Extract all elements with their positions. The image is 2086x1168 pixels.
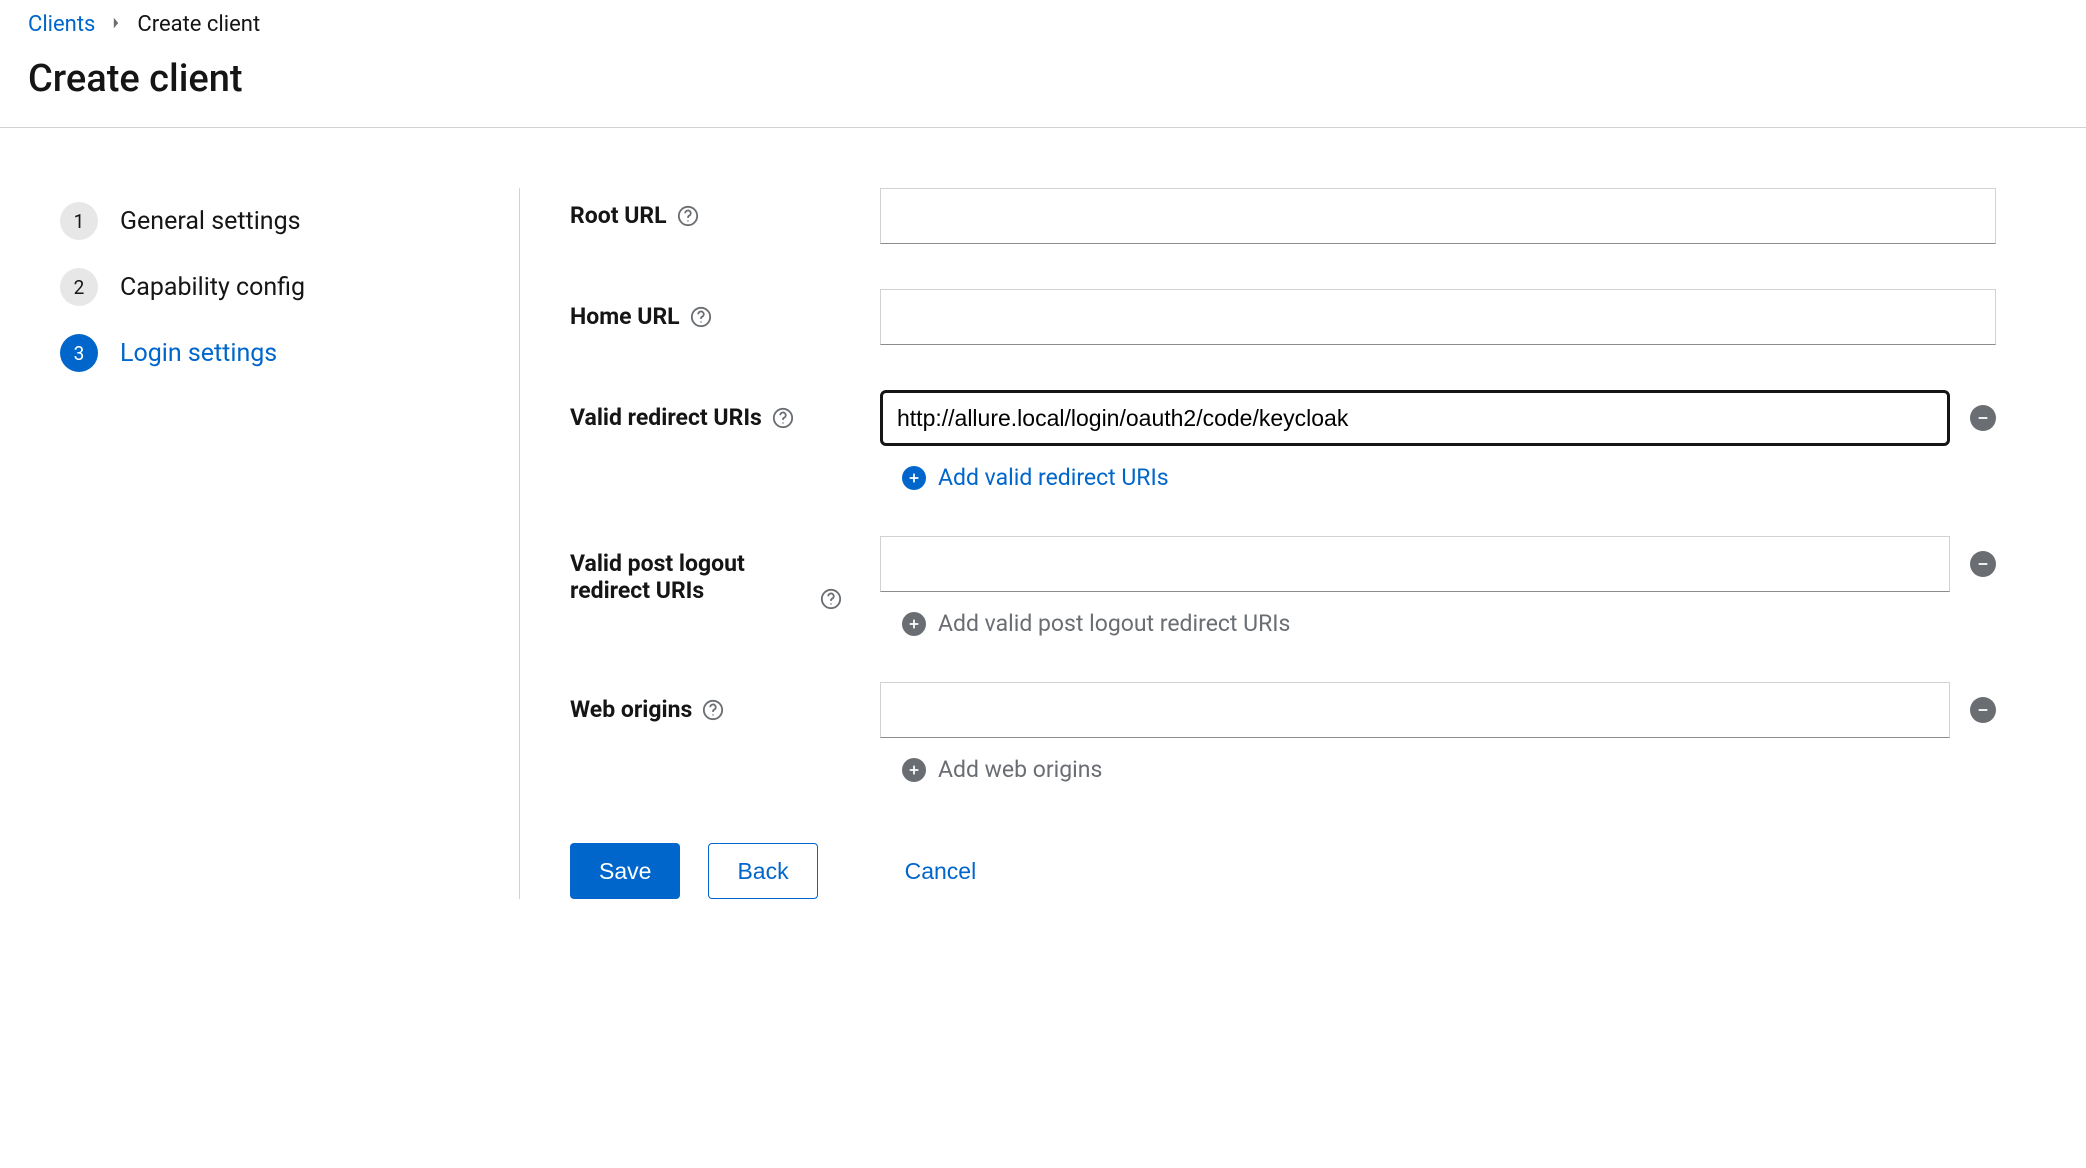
add-valid-post-logout-redirect-uri-label: Add valid post logout redirect URIs: [938, 610, 1290, 637]
valid-post-logout-redirect-uris-label-col: Valid post logout redirect URIs: [570, 536, 880, 610]
step-number-badge: 3: [60, 334, 98, 372]
home-url-row: Home URL: [570, 289, 1996, 345]
help-icon[interactable]: [677, 205, 699, 227]
wizard-step-general-settings[interactable]: 1 General settings: [60, 188, 479, 254]
valid-redirect-uris-label-col: Valid redirect URIs: [570, 390, 880, 431]
valid-post-logout-redirect-uri-input[interactable]: [880, 536, 1950, 592]
login-settings-form: Root URL Home URL: [520, 188, 2086, 899]
web-origin-input[interactable]: [880, 682, 1950, 738]
back-button[interactable]: Back: [708, 843, 817, 899]
home-url-label-col: Home URL: [570, 289, 880, 330]
valid-redirect-uris-label: Valid redirect URIs: [570, 404, 762, 431]
wizard-step-login-settings[interactable]: 3 Login settings: [60, 320, 479, 386]
remove-uri-button[interactable]: [1970, 551, 1996, 577]
breadcrumb-current: Create client: [137, 12, 260, 37]
wizard-body: 1 General settings 2 Capability config 3…: [0, 128, 2086, 959]
step-number-badge: 1: [60, 202, 98, 240]
save-button[interactable]: Save: [570, 843, 680, 899]
valid-post-logout-redirect-uris-label: Valid post logout redirect URIs: [570, 550, 810, 604]
plus-icon: [902, 758, 926, 782]
add-valid-post-logout-redirect-uri-button[interactable]: Add valid post logout redirect URIs: [880, 610, 1996, 637]
web-origins-row: Web origins: [570, 682, 1996, 783]
remove-uri-button[interactable]: [1970, 697, 1996, 723]
help-icon[interactable]: [702, 699, 724, 721]
home-url-input-col: [880, 289, 1996, 345]
add-valid-redirect-uri-label: Add valid redirect URIs: [938, 464, 1169, 491]
page-title: Create client: [0, 39, 2086, 127]
root-url-input[interactable]: [880, 188, 1996, 244]
breadcrumb-parent-link[interactable]: Clients: [28, 12, 95, 37]
page: Clients Create client Create client 1 Ge…: [0, 0, 2086, 959]
web-origins-label-col: Web origins: [570, 682, 880, 723]
cancel-button[interactable]: Cancel: [876, 843, 1006, 899]
chevron-right-icon: [109, 16, 123, 34]
add-web-origin-button[interactable]: Add web origins: [880, 756, 1996, 783]
step-label: Capability config: [120, 273, 305, 302]
help-icon[interactable]: [690, 306, 712, 328]
add-valid-redirect-uri-button[interactable]: Add valid redirect URIs: [880, 464, 1996, 491]
valid-redirect-uris-input-col: Add valid redirect URIs: [880, 390, 1996, 491]
remove-uri-button[interactable]: [1970, 405, 1996, 431]
valid-redirect-uris-row: Valid redirect URIs: [570, 390, 1996, 491]
wizard-step-capability-config[interactable]: 2 Capability config: [60, 254, 479, 320]
step-number-badge: 2: [60, 268, 98, 306]
step-label: General settings: [120, 207, 301, 236]
home-url-label: Home URL: [570, 303, 680, 330]
plus-icon: [902, 612, 926, 636]
root-url-label-col: Root URL: [570, 188, 880, 229]
web-origins-label: Web origins: [570, 696, 692, 723]
plus-icon: [902, 466, 926, 490]
valid-post-logout-redirect-uris-row: Valid post logout redirect URIs: [570, 536, 1996, 637]
wizard-steps-sidebar: 1 General settings 2 Capability config 3…: [60, 188, 520, 899]
valid-post-logout-redirect-uris-input-col: Add valid post logout redirect URIs: [880, 536, 1996, 637]
add-web-origin-label: Add web origins: [938, 756, 1102, 783]
root-url-input-col: [880, 188, 1996, 244]
valid-redirect-uri-input[interactable]: [880, 390, 1950, 446]
home-url-input[interactable]: [880, 289, 1996, 345]
form-actions: Save Back Cancel: [570, 843, 1996, 899]
step-label: Login settings: [120, 339, 277, 368]
help-icon[interactable]: [820, 588, 842, 610]
root-url-row: Root URL: [570, 188, 1996, 244]
breadcrumb: Clients Create client: [0, 0, 2086, 39]
root-url-label: Root URL: [570, 202, 667, 229]
help-icon[interactable]: [772, 407, 794, 429]
web-origins-input-col: Add web origins: [880, 682, 1996, 783]
